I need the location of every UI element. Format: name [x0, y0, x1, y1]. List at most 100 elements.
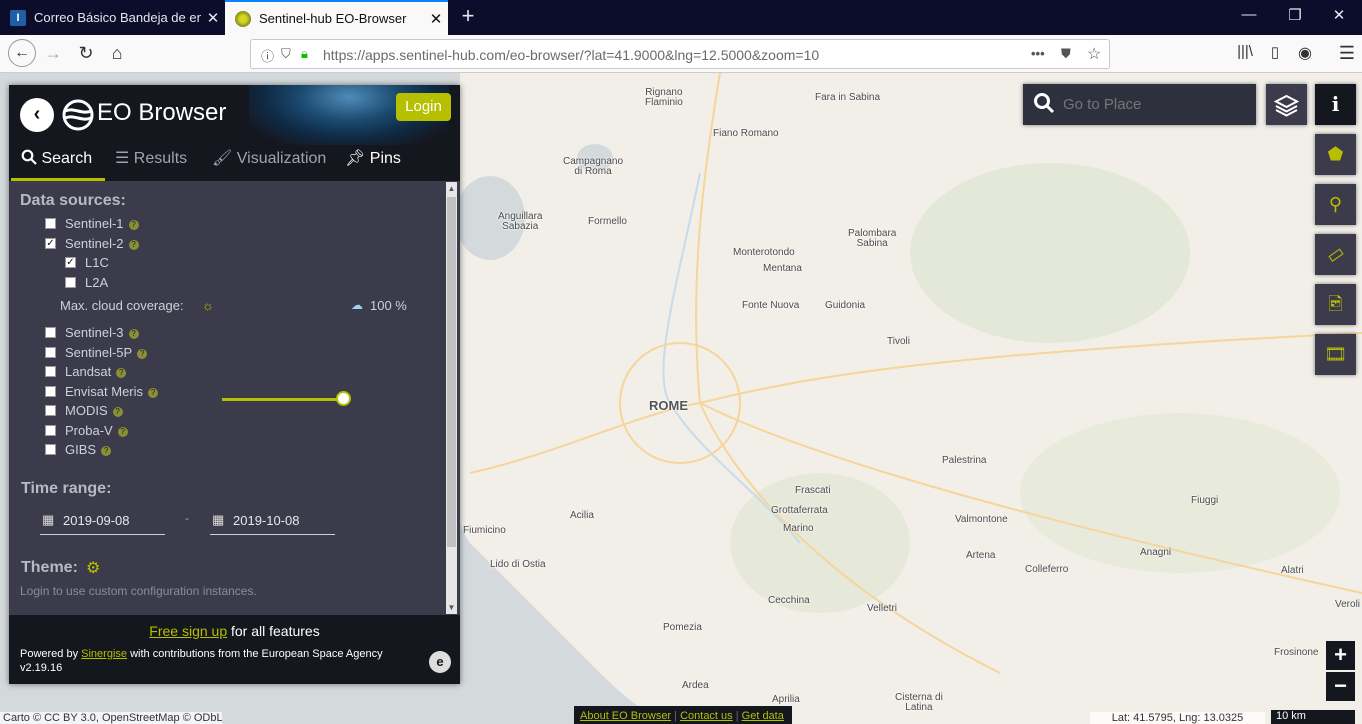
- back-arrow-icon[interactable]: ←: [8, 39, 36, 67]
- get-data-link[interactable]: Get data: [742, 710, 784, 722]
- map-label: Frascati: [795, 485, 831, 496]
- close-tab-icon[interactable]: ✕: [424, 10, 448, 28]
- help-icon[interactable]: ?: [128, 220, 139, 230]
- checkbox[interactable]: [45, 347, 56, 358]
- more-actions-icon[interactable]: •••: [1031, 46, 1045, 61]
- help-icon[interactable]: ?: [137, 349, 148, 359]
- scroll-up-icon[interactable]: ▲: [446, 182, 457, 195]
- tab-search-label: Search: [41, 150, 93, 167]
- map-label: Palombara Sabina: [848, 228, 897, 249]
- version-text: v2.19.16: [20, 662, 63, 674]
- panel-tabs: Search ☰ Results 🖌︎ Visualization 📌︎ Pin…: [9, 145, 460, 181]
- tab-results-label: Results: [133, 150, 188, 167]
- checkbox[interactable]: [45, 425, 56, 436]
- checkbox[interactable]: [45, 386, 56, 397]
- map-label: Cisterna di Latina: [895, 692, 943, 713]
- close-tab-icon[interactable]: ✕: [201, 9, 225, 27]
- panel-footer: Free sign up for all features Powered by…: [9, 615, 460, 684]
- shield-icon[interactable]: ⛉: [281, 46, 291, 62]
- checkbox[interactable]: ✓: [45, 238, 56, 249]
- map-label: Marino: [783, 523, 814, 534]
- login-button[interactable]: Login: [396, 93, 451, 121]
- time-range-heading: Time range:: [21, 480, 112, 497]
- browser-tab-mail[interactable]: I Correo Básico Bandeja de entra ✕: [0, 0, 225, 35]
- help-icon[interactable]: ?: [112, 407, 123, 417]
- checkbox[interactable]: [45, 366, 56, 377]
- info-icon: i: [1331, 92, 1340, 116]
- date-from-input[interactable]: ▦ 2019-09-08: [40, 511, 165, 535]
- checkbox[interactable]: [45, 218, 56, 229]
- sidebar-icon[interactable]: ▯: [1262, 43, 1288, 61]
- cloud-coverage-label: Max. cloud coverage:: [60, 298, 184, 313]
- home-icon[interactable]: ⌂: [104, 43, 130, 64]
- export-image-button[interactable]: 🖻: [1315, 284, 1356, 325]
- new-tab-button[interactable]: +: [454, 3, 482, 29]
- library-icon[interactable]: |||\: [1232, 43, 1258, 60]
- close-window-icon[interactable]: ✕: [1316, 6, 1362, 24]
- list-icon: ☰: [115, 150, 130, 167]
- scroll-down-icon[interactable]: ▼: [446, 601, 457, 614]
- place-search-input[interactable]: [1063, 92, 1248, 116]
- sinergise-link[interactable]: Sinergise: [81, 648, 127, 660]
- checkbox[interactable]: ✓: [65, 257, 76, 268]
- browser-tab-eo[interactable]: Sentinel-hub EO-Browser ✕: [225, 0, 448, 35]
- layers-button[interactable]: [1266, 84, 1307, 125]
- cloud-coverage-value: 100 %: [370, 298, 407, 313]
- measure-button[interactable]: ▭: [1315, 234, 1356, 275]
- scrollbar-thumb[interactable]: [447, 197, 456, 547]
- date-to-input[interactable]: ▦ 2019-10-08: [210, 511, 335, 535]
- pocket-icon[interactable]: ⛊: [1061, 46, 1071, 62]
- map-label: Velletri: [867, 603, 898, 614]
- pin-icon: 📌︎: [345, 150, 366, 167]
- map-label: Artena: [966, 550, 996, 561]
- help-icon[interactable]: ?: [101, 446, 112, 456]
- checkbox[interactable]: [65, 277, 76, 288]
- info-icon[interactable]: ⓘ: [261, 46, 274, 65]
- help-icon[interactable]: ?: [128, 240, 139, 250]
- contact-link[interactable]: Contact us: [680, 710, 733, 722]
- info-button[interactable]: i: [1315, 84, 1356, 125]
- map-label: Guidonia: [825, 300, 866, 311]
- collapse-panel-button[interactable]: ‹: [20, 98, 54, 132]
- map-label: Tivoli: [887, 336, 910, 347]
- help-icon[interactable]: ?: [117, 427, 128, 437]
- help-icon[interactable]: ?: [116, 368, 127, 378]
- zoom-out-button[interactable]: −: [1326, 672, 1355, 701]
- forward-arrow-icon[interactable]: →: [40, 43, 66, 64]
- menu-icon[interactable]: ☰: [1334, 43, 1360, 64]
- reload-icon[interactable]: ↻: [73, 43, 99, 64]
- zoom-in-button[interactable]: +: [1326, 641, 1355, 670]
- lock-icon[interactable]: 🔒︎: [301, 46, 308, 62]
- minimize-icon[interactable]: —: [1226, 6, 1272, 23]
- help-icon[interactable]: ?: [148, 388, 159, 398]
- draw-area-button[interactable]: ⬟: [1315, 134, 1356, 175]
- gear-icon[interactable]: ⚙: [86, 558, 100, 578]
- tab-results[interactable]: ☰ Results: [115, 145, 187, 181]
- tab-search[interactable]: Search: [11, 145, 105, 181]
- eo-browser-logo-icon: [62, 99, 94, 131]
- search-icon[interactable]: [1033, 92, 1055, 114]
- map-label: Valmontone: [955, 514, 1008, 525]
- place-search-box: [1023, 84, 1256, 125]
- about-link[interactable]: About EO Browser: [580, 710, 671, 722]
- free-signup-link[interactable]: Free sign up: [149, 623, 227, 639]
- map-label: Fiano Romano: [713, 128, 779, 139]
- checkbox[interactable]: [45, 405, 56, 416]
- bookmark-star-icon[interactable]: ☆: [1087, 44, 1101, 64]
- timelapse-button[interactable]: 🎞︎: [1315, 334, 1356, 375]
- address-bar[interactable]: ⓘ ⛉ 🔒︎ https://apps.sentinel-hub.com/eo-…: [250, 39, 1110, 69]
- location-button[interactable]: ⚲: [1315, 184, 1356, 225]
- restore-icon[interactable]: ❐: [1272, 6, 1318, 24]
- map-label: Cecchina: [768, 595, 810, 606]
- slider-handle[interactable]: [336, 391, 351, 406]
- tab-visualization[interactable]: 🖌︎ Visualization: [212, 145, 326, 181]
- url-text[interactable]: https://apps.sentinel-hub.com/eo-browser…: [323, 47, 819, 63]
- map-label: Frosinone: [1274, 647, 1319, 658]
- account-icon[interactable]: ◉: [1292, 43, 1318, 63]
- cloud-coverage-slider[interactable]: [222, 398, 344, 401]
- checkbox[interactable]: [45, 444, 56, 455]
- source-label: L2A: [85, 275, 109, 290]
- checkbox[interactable]: [45, 327, 56, 338]
- tab-pins[interactable]: 📌︎ Pins: [345, 145, 401, 181]
- help-icon[interactable]: ?: [128, 329, 139, 339]
